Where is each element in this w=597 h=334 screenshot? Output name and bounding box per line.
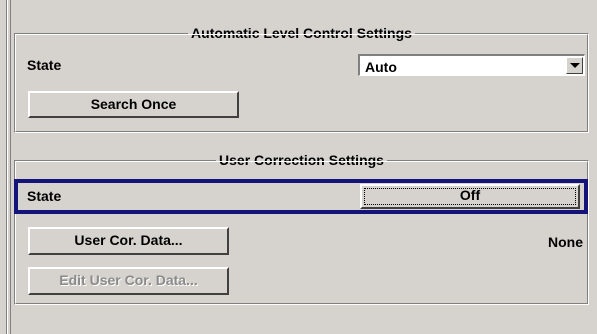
alc-state-select[interactable]: Auto xyxy=(358,54,585,76)
alc-state-value: Auto xyxy=(365,59,397,75)
chevron-down-icon[interactable] xyxy=(566,57,583,74)
alc-state-label: State xyxy=(27,57,62,73)
window-edge-highlight xyxy=(7,0,8,334)
edit-user-cor-data-label: Edit User Cor. Data... xyxy=(59,272,198,288)
user-cor-data-button[interactable]: User Cor. Data... xyxy=(28,227,229,255)
alc-group-title: Automatic Level Control Settings xyxy=(15,25,588,41)
ucor-group-title: User Correction Settings xyxy=(15,152,588,168)
edit-user-cor-data-button: Edit User Cor. Data... xyxy=(28,267,229,295)
ucor-state-toggle-button[interactable]: Off xyxy=(360,184,580,209)
user-cor-data-value: None xyxy=(548,234,583,250)
ucor-state-label: State xyxy=(27,188,62,204)
focus-dotted-outline xyxy=(364,188,576,205)
search-once-button[interactable]: Search Once xyxy=(28,91,239,118)
alc-settings-group: Automatic Level Control Settings xyxy=(14,25,589,133)
window-edge-inner xyxy=(10,0,11,334)
